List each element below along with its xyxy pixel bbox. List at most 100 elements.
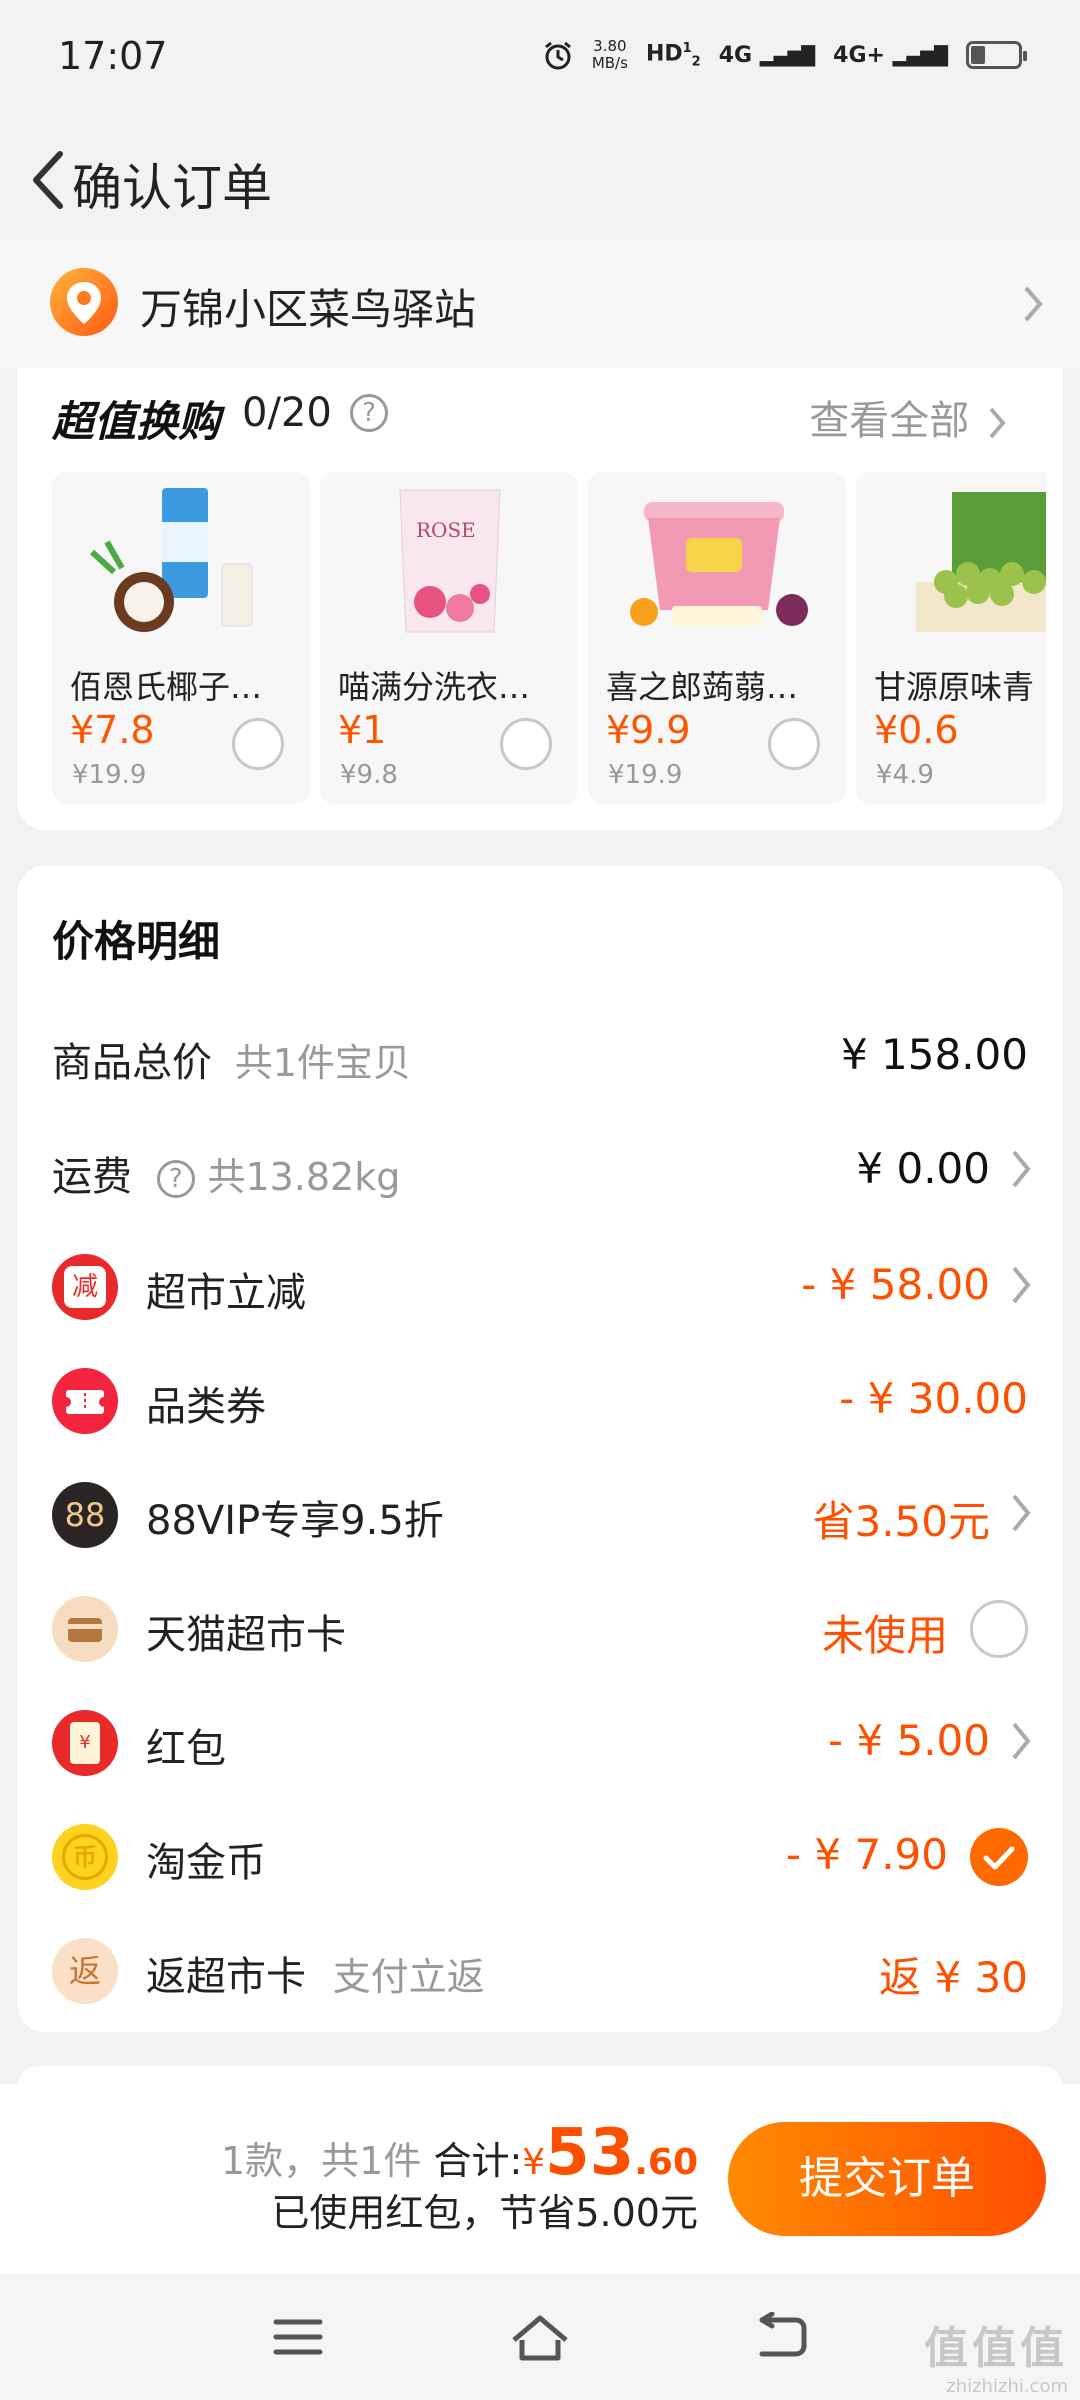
chevron-right-icon (1012, 1266, 1031, 1304)
alarm-icon (544, 41, 571, 70)
chevron-right-icon (1012, 1494, 1031, 1532)
select-radio[interactable] (768, 718, 820, 770)
product-card[interactable]: 甘源原味青 ¥0.6 ¥4.9 (856, 472, 1046, 804)
price-detail-card: 价格明细 商品总价 共1件宝贝 ¥ 158.00 运费 ? 共13.82kg ¥… (18, 866, 1062, 2032)
order-summary: 1款，共1件 合计:¥53.60 (221, 2116, 698, 2190)
laundry-bead-image (399, 489, 501, 633)
tmall-card-row[interactable]: 天猫超市卡 未使用 (18, 1584, 1062, 1674)
row-label: 商品总价 (52, 1040, 212, 1086)
total-currency: ¥ (522, 2142, 546, 2183)
battery-icon (966, 41, 1027, 69)
address-row[interactable]: 万锦小区菜鸟驿站 (0, 240, 1080, 368)
chevron-right-icon (1024, 286, 1043, 322)
goods-total-value: ¥ 158.00 (840, 1030, 1028, 1079)
help-icon[interactable]: ? (350, 394, 388, 432)
signal-4g: 4G ▂▄▆█ (718, 42, 816, 68)
swap-deals-card: 超值换购 0/20 ? 查看全部 佰恩氏椰子… ¥7.8 ¥19.9 ROSE … (18, 368, 1062, 830)
submit-order-button[interactable]: 提交订单 (728, 2122, 1046, 2236)
row-sublabel: 共13.82kg (207, 1155, 401, 1199)
product-card[interactable]: 佰恩氏椰子… ¥7.8 ¥19.9 (52, 472, 310, 804)
swap-title: 超值换购 (52, 397, 221, 446)
help-icon[interactable]: ? (156, 1160, 195, 1198)
address-text: 万锦小区菜鸟驿站 (140, 285, 477, 334)
row-label: 红包 (146, 1726, 226, 1772)
vip-discount-value: 省3.50元 (812, 1497, 990, 1546)
product-name: 喵满分洗衣… (338, 668, 531, 706)
select-radio[interactable] (500, 718, 552, 770)
row-label: 返超市卡 (146, 1954, 306, 2000)
product-name: 喜之郎蒟蒻… (606, 668, 799, 706)
price-detail-title: 价格明细 (52, 917, 221, 966)
row-sublabel: 共1件宝贝 (234, 1041, 411, 1085)
total-decimal: .60 (634, 2142, 698, 2183)
signal-bars-icon: ▂▄▆█ (892, 45, 948, 67)
select-radio[interactable] (232, 718, 284, 770)
red-packet-value: - ¥ 5.00 (827, 1716, 990, 1765)
back-nav-icon[interactable] (752, 2312, 808, 2362)
product-price: ¥1 (338, 708, 387, 752)
network-speed: 3.80 MB/s (591, 37, 628, 72)
row-label: 淘金币 (146, 1840, 266, 1886)
checkout-bar: 1款，共1件 合计:¥53.60 已使用红包，节省5.00元 提交订单 (0, 2084, 1080, 2274)
chevron-right-icon (1012, 1150, 1031, 1188)
product-price: ¥0.6 (874, 708, 959, 752)
status-bar: 17:07 3.80 MB/s HD12 4G ▂▄▆█ 4G+ ▂▄▆█ (0, 0, 1080, 120)
jelly-bucket-image (630, 502, 808, 626)
row-label: 天猫超市卡 (146, 1612, 346, 1658)
supermarket-discount-value: - ¥ 58.00 (801, 1260, 990, 1309)
status-icons: 3.80 MB/s HD12 4G ▂▄▆█ 4G+ ▂▄▆█ (542, 37, 1027, 72)
item-count: 1款，共1件 (220, 2139, 422, 2183)
product-original-price: ¥19.9 (72, 760, 147, 790)
taojinbi-value: - ¥ 7.90 (785, 1830, 948, 1879)
product-name: 甘源原味青 (874, 668, 1035, 706)
category-coupon-row: 品类券 - ¥ 30.00 (18, 1356, 1062, 1446)
taojinbi-checked-icon[interactable] (970, 1828, 1028, 1886)
chevron-right-icon (989, 407, 1006, 439)
home-icon[interactable] (508, 2310, 572, 2364)
product-original-price: ¥9.8 (340, 760, 398, 790)
cashback-icon: 返 (52, 1938, 118, 2004)
product-price: ¥9.9 (606, 708, 691, 752)
status-time: 17:07 (58, 34, 168, 78)
total-label: 合计: (433, 2139, 523, 2183)
cashback-row: 返 返超市卡 支付立返 返 ¥ 30 (18, 1926, 1062, 2016)
nav-header: 确认订单 (0, 120, 1080, 238)
coupon-ticket-icon (52, 1368, 118, 1434)
signal-bars-icon: ▂▄▆█ (759, 45, 816, 67)
total-integer: 53 (545, 2116, 635, 2190)
supermarket-discount-row[interactable]: 减 超市立减 - ¥ 58.00 (18, 1242, 1062, 1332)
chevron-right-icon (1012, 1722, 1031, 1760)
taojinbi-row[interactable]: 币 淘金币 - ¥ 7.90 (18, 1812, 1062, 1902)
swap-count: 0/20 (242, 390, 332, 436)
cashback-value: 返 ¥ 30 (879, 1953, 1028, 2002)
product-original-price: ¥4.9 (876, 760, 934, 790)
vip-88-icon: 88 (52, 1482, 118, 1548)
row-sublabel: 支付立返 (332, 1955, 485, 1999)
hd-indicator: HD12 (645, 40, 701, 70)
tmall-card-checkbox[interactable] (970, 1600, 1028, 1658)
tmall-card-status: 未使用 (821, 1611, 948, 1660)
product-price: ¥7.8 (70, 708, 155, 752)
vip-discount-row[interactable]: 88 88VIP专享9.5折 省3.50元 (18, 1470, 1062, 1560)
row-label: 品类券 (146, 1384, 266, 1430)
menu-icon[interactable] (272, 2316, 324, 2358)
shipping-row[interactable]: 运费 ? 共13.82kg ¥ 0.00 (18, 1126, 1062, 1216)
coconut-milk-image (89, 488, 253, 632)
gold-coin-icon: 币 (52, 1824, 118, 1890)
view-all-link[interactable]: 查看全部 (809, 388, 1006, 446)
green-peas-image (916, 492, 1046, 632)
gift-card-icon (52, 1596, 118, 1662)
discount-badge-icon: 减 (52, 1254, 118, 1320)
product-card[interactable]: ROSE 喵满分洗衣… ¥1 ¥9.8 (320, 472, 578, 804)
product-name: 佰恩氏椰子… (70, 668, 263, 706)
signal-4g-plus: 4G+ ▂▄▆█ (833, 42, 948, 68)
goods-total-row: 商品总价 共1件宝贝 ¥ 158.00 (18, 1012, 1062, 1102)
red-packet-row[interactable]: ¥ 红包 - ¥ 5.00 (18, 1698, 1062, 1788)
red-envelope-icon: ¥ (52, 1710, 118, 1776)
page-title: 确认订单 (72, 159, 272, 217)
system-nav-bar: 值值值 zhizhizhi.com (0, 2274, 1080, 2400)
location-pin-icon (50, 268, 118, 336)
product-image-text: ROSE (416, 518, 476, 542)
product-card[interactable]: 喜之郎蒟蒻… ¥9.9 ¥19.9 (588, 472, 846, 804)
product-carousel[interactable]: 佰恩氏椰子… ¥7.8 ¥19.9 ROSE 喵满分洗衣… ¥1 ¥9.8 喜之… (52, 472, 1046, 804)
